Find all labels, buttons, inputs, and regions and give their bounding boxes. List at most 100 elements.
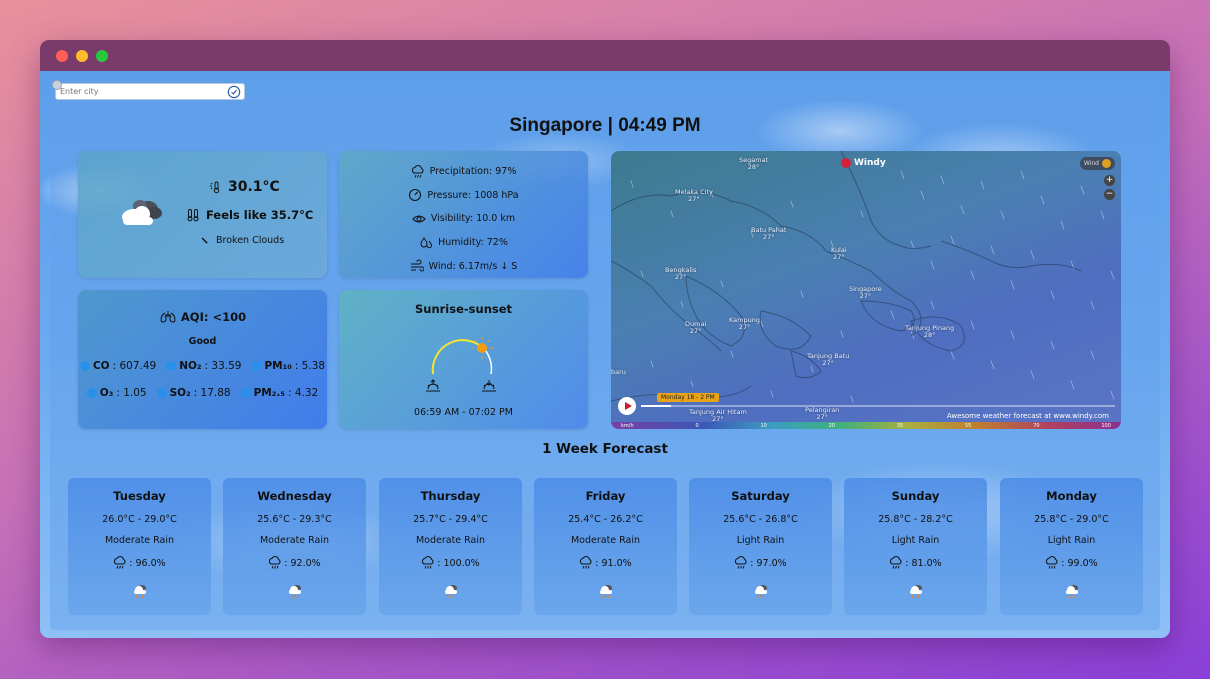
rain-icon <box>599 585 612 599</box>
map-place-label: Batu Pahat 27° <box>751 226 787 242</box>
forecast-card: Wednesday 25.6°C - 29.3°C Moderate Rain … <box>223 478 366 615</box>
minimize-window-button[interactable] <box>76 49 88 62</box>
air-quality-card: AQI: <100 Good CO: 607.49 NO₂: 33.59 PM₁… <box>78 290 327 429</box>
rain-icon <box>1065 585 1078 599</box>
rain-icon <box>288 585 301 599</box>
current-temperature: 30.1°C <box>228 179 280 195</box>
forecast-card: Monday 25.8°C - 29.0°C Light Rain : 99.0… <box>1000 478 1143 615</box>
map-place-label: baru <box>611 368 626 376</box>
timeline-progress <box>641 405 671 407</box>
map-place-label: Tanjung Pinang 28° <box>905 324 955 340</box>
map-place-label: Melaka City 27° <box>675 188 713 204</box>
rain-icon <box>444 585 457 599</box>
pollutant-bullet-icon <box>166 361 177 371</box>
wind-stat: Wind: 6.17m/s ↓ S <box>339 254 588 278</box>
map-layer-picker[interactable]: Wind <box>1079 157 1115 170</box>
pollutant-pm25: PM₂.₅: 4.32 <box>240 387 318 399</box>
pollutant-no2: NO₂: 33.59 <box>166 360 241 372</box>
rain-cloud-icon <box>1046 556 1058 569</box>
map-place-label: Dumai 27° <box>685 320 707 336</box>
rain-icon <box>754 585 767 599</box>
layer-wind-icon <box>1102 159 1111 168</box>
windy-logo-icon <box>841 158 851 168</box>
map-time-tag[interactable]: Monday 18 - 2 PM <box>657 393 719 402</box>
search-icon[interactable] <box>227 85 241 99</box>
aqi-label: Good <box>188 336 217 347</box>
weather-description: Broken Clouds <box>216 235 285 246</box>
feels-like-text: Feels like 35.7°C <box>206 208 314 222</box>
sun-icon <box>477 343 487 353</box>
play-button[interactable] <box>618 397 636 415</box>
pollutant-row: CO: 607.49 NO₂: 33.59 PM₁₀: 5.38 <box>78 360 327 372</box>
visibility-stat: Visibility: 10.0 km <box>339 207 588 231</box>
city-search-input[interactable] <box>56 84 227 99</box>
forecast-title: 1 Week Forecast <box>542 441 668 457</box>
thermometer-sun-icon <box>210 181 220 194</box>
page-title: Singapore | 04:49 PM <box>509 115 701 136</box>
wind-icon <box>410 259 424 272</box>
lungs-icon <box>160 311 176 323</box>
weather-details-list: Precipitation: 97% Pressure: 1008 hPa Vi… <box>339 160 588 278</box>
play-icon <box>624 402 632 410</box>
zoom-out-button[interactable]: − <box>1104 189 1115 200</box>
rain-cloud-icon <box>735 556 747 569</box>
map-place-label: Segamat 28° <box>739 156 769 172</box>
pressure-stat: Pressure: 1008 hPa <box>339 184 588 208</box>
eye-icon <box>412 215 426 223</box>
map-timeline[interactable] <box>641 405 1115 407</box>
weather-details-card: Precipitation: 97% Pressure: 1008 hPa Vi… <box>339 151 588 278</box>
rain-cloud-icon <box>422 556 434 569</box>
description-row: Broken Clouds <box>200 235 284 246</box>
pollutant-so2: SO₂: 17.88 <box>156 387 231 399</box>
sunrise-sunset-times: 06:59 AM - 07:02 PM <box>414 407 513 418</box>
sunrise-icon <box>426 379 440 392</box>
humidity-stat: Humidity: 72% <box>339 231 588 255</box>
droplets-icon <box>420 236 433 248</box>
current-weather-card: 30.1°C Feels like 35.7°C Broken Clouds <box>78 151 327 278</box>
pollutant-bullet-icon <box>86 388 97 398</box>
zoom-in-button[interactable]: + <box>1104 175 1115 186</box>
rain-cloud-icon <box>269 556 281 569</box>
map-place-label: Kulai 27° <box>831 246 847 262</box>
maximize-window-button[interactable] <box>96 49 108 62</box>
thermometers-icon <box>187 209 199 222</box>
search-drag-handle[interactable] <box>52 80 62 90</box>
pollutant-bullet-icon <box>251 361 262 371</box>
wind-speed-scale: km/h 0 10 20 35 55 70 100 <box>611 422 1121 429</box>
weather-app: Singapore | 04:49 PM <box>50 77 1160 630</box>
pollutant-row: O₃: 1.05 SO₂: 17.88 PM₂.₅: 4.32 <box>78 387 327 399</box>
forecast-card: Friday 25.4°C - 26.2°C Moderate Rain : 9… <box>534 478 677 615</box>
pollutant-bullet-icon <box>156 388 167 398</box>
forecast-card: Sunday 25.8°C - 28.2°C Light Rain : 81.0… <box>844 478 987 615</box>
sunrise-sunset-card: Sunrise-sunset 06:59 AM - 07:02 PM <box>339 290 588 429</box>
map-place-label: Pelangiran 27° <box>805 406 840 422</box>
sunset-icon <box>482 380 496 392</box>
gauge-icon <box>409 189 422 202</box>
pollutant-co: CO: 607.49 <box>79 360 156 372</box>
pollutant-o3: O₃: 1.05 <box>86 387 147 399</box>
aqi-title: AQI: <100 <box>78 310 327 324</box>
rain-cloud-icon <box>114 556 126 569</box>
windy-logo[interactable]: Windy <box>841 158 886 168</box>
pollutant-bullet-icon <box>79 361 90 371</box>
map-place-label: Kampung 27° <box>729 316 760 332</box>
map-place-label: Tanjung Batu 27° <box>807 352 850 368</box>
rain-cloud-icon <box>411 164 424 178</box>
windy-map[interactable]: Windy Wind + − Segamat 28° Melaka City 27°… <box>611 151 1121 429</box>
rain-icon <box>133 585 146 599</box>
map-place-label: Singapore 27° <box>849 285 882 301</box>
page-viewport: Singapore | 04:49 PM <box>40 71 1170 638</box>
map-credit[interactable]: Awesome weather forecast at www.windy.co… <box>947 412 1109 420</box>
forecast-card: Thursday 25.7°C - 29.4°C Moderate Rain :… <box>379 478 522 615</box>
precipitation-stat: Precipitation: 97% <box>339 160 588 184</box>
close-window-button[interactable] <box>56 49 68 62</box>
map-place-label: Bengkalis 27° <box>665 266 697 282</box>
window-titlebar <box>40 40 1170 71</box>
city-search-bar <box>55 83 245 100</box>
browser-window: Singapore | 04:49 PM <box>40 40 1170 638</box>
weather-description-icon <box>201 237 208 244</box>
temperature-row: 30.1°C <box>208 179 280 195</box>
rain-icon <box>909 585 922 599</box>
pollutant-pm10: PM₁₀: 5.38 <box>251 360 325 372</box>
rain-cloud-icon <box>890 556 902 569</box>
